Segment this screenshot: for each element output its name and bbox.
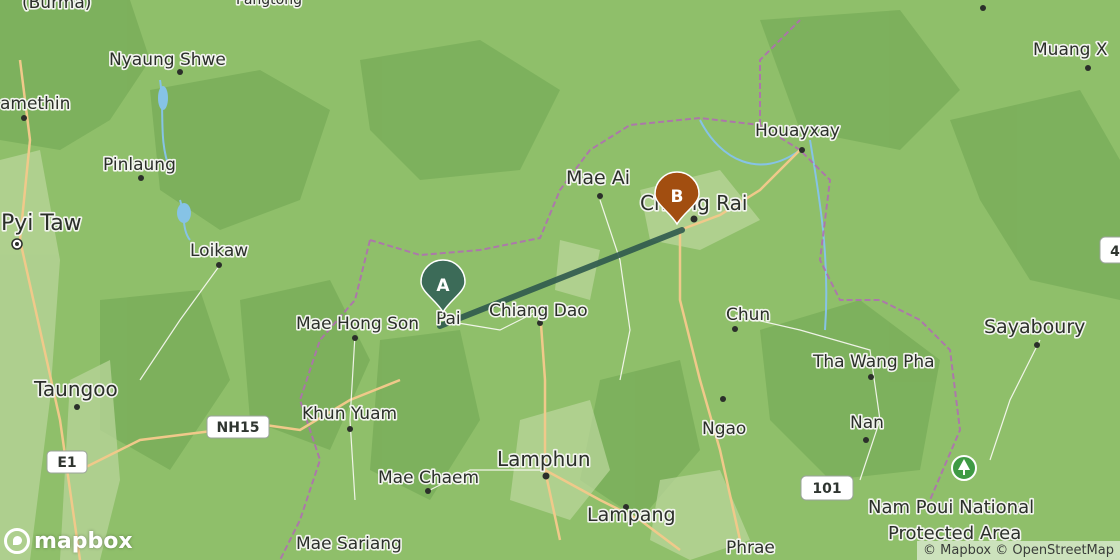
place-label-pinlaung: Pinlaung bbox=[103, 155, 176, 175]
place-label-nan: Nan bbox=[850, 413, 884, 433]
place-label-taungoo: Taungoo bbox=[33, 377, 118, 401]
road-shield-nh15: NH15 bbox=[206, 415, 270, 439]
place-label-nyaung-shwe: Nyaung Shwe bbox=[109, 50, 226, 70]
map-attribution[interactable]: © Mapbox © OpenStreetMap bbox=[917, 541, 1120, 560]
svg-text:E1: E1 bbox=[57, 455, 76, 471]
place-label-mae-ai: Mae Ai bbox=[566, 167, 630, 189]
map-canvas[interactable]: (Burma) Pangtong Nyaung Shwe amethin Pin… bbox=[0, 0, 1120, 560]
place-label-nam-poui: Nam Poui National bbox=[868, 497, 1034, 518]
place-label-naypyidaw: Pyi Taw bbox=[1, 211, 82, 236]
svg-text:A: A bbox=[436, 276, 450, 296]
place-label-chiang-dao: Chiang Dao bbox=[489, 301, 588, 321]
place-label-sayaboury: Sayaboury bbox=[984, 316, 1085, 338]
place-label-chun: Chun bbox=[726, 305, 770, 325]
road-shield-e1: E1 bbox=[46, 450, 88, 474]
place-label-lamphun: Lamphun bbox=[497, 447, 591, 471]
road-shield-101: 101 bbox=[800, 475, 854, 501]
park-icon bbox=[951, 455, 977, 481]
place-label-pai: Pai bbox=[436, 309, 461, 329]
place-label-meiktila: amethin bbox=[0, 94, 70, 114]
svg-text:B: B bbox=[671, 187, 684, 207]
svg-text:NH15: NH15 bbox=[217, 420, 260, 436]
svg-text:101: 101 bbox=[812, 481, 841, 497]
place-label-muang-x: Muang X bbox=[1033, 40, 1108, 60]
place-label-pangtong: Pangtong bbox=[236, 0, 302, 8]
place-label-burma: (Burma) bbox=[22, 0, 91, 13]
mapbox-logo-text: mapbox bbox=[34, 528, 133, 554]
mapbox-logo[interactable]: mapbox bbox=[4, 528, 133, 554]
place-label-tha-wang-pha: Tha Wang Pha bbox=[812, 352, 935, 372]
road-shield-4: 4 bbox=[1099, 236, 1120, 264]
place-label-lampang: Lampang bbox=[587, 504, 676, 526]
place-label-phrae: Phrae bbox=[726, 538, 775, 558]
place-label-mae-sariang: Mae Sariang bbox=[296, 534, 402, 554]
svg-text:4: 4 bbox=[1110, 244, 1120, 260]
place-label-loikaw: Loikaw bbox=[190, 241, 248, 261]
mapbox-logo-icon bbox=[4, 528, 30, 554]
place-label-mae-chaem: Mae Chaem bbox=[378, 468, 479, 488]
capital-marker bbox=[11, 238, 23, 250]
place-label-mae-hong-son: Mae Hong Son bbox=[296, 314, 419, 334]
place-label-houayxay: Houayxay bbox=[755, 121, 840, 141]
place-label-ngao: Ngao bbox=[702, 419, 746, 439]
place-label-khun-yuam: Khun Yuam bbox=[302, 404, 397, 424]
